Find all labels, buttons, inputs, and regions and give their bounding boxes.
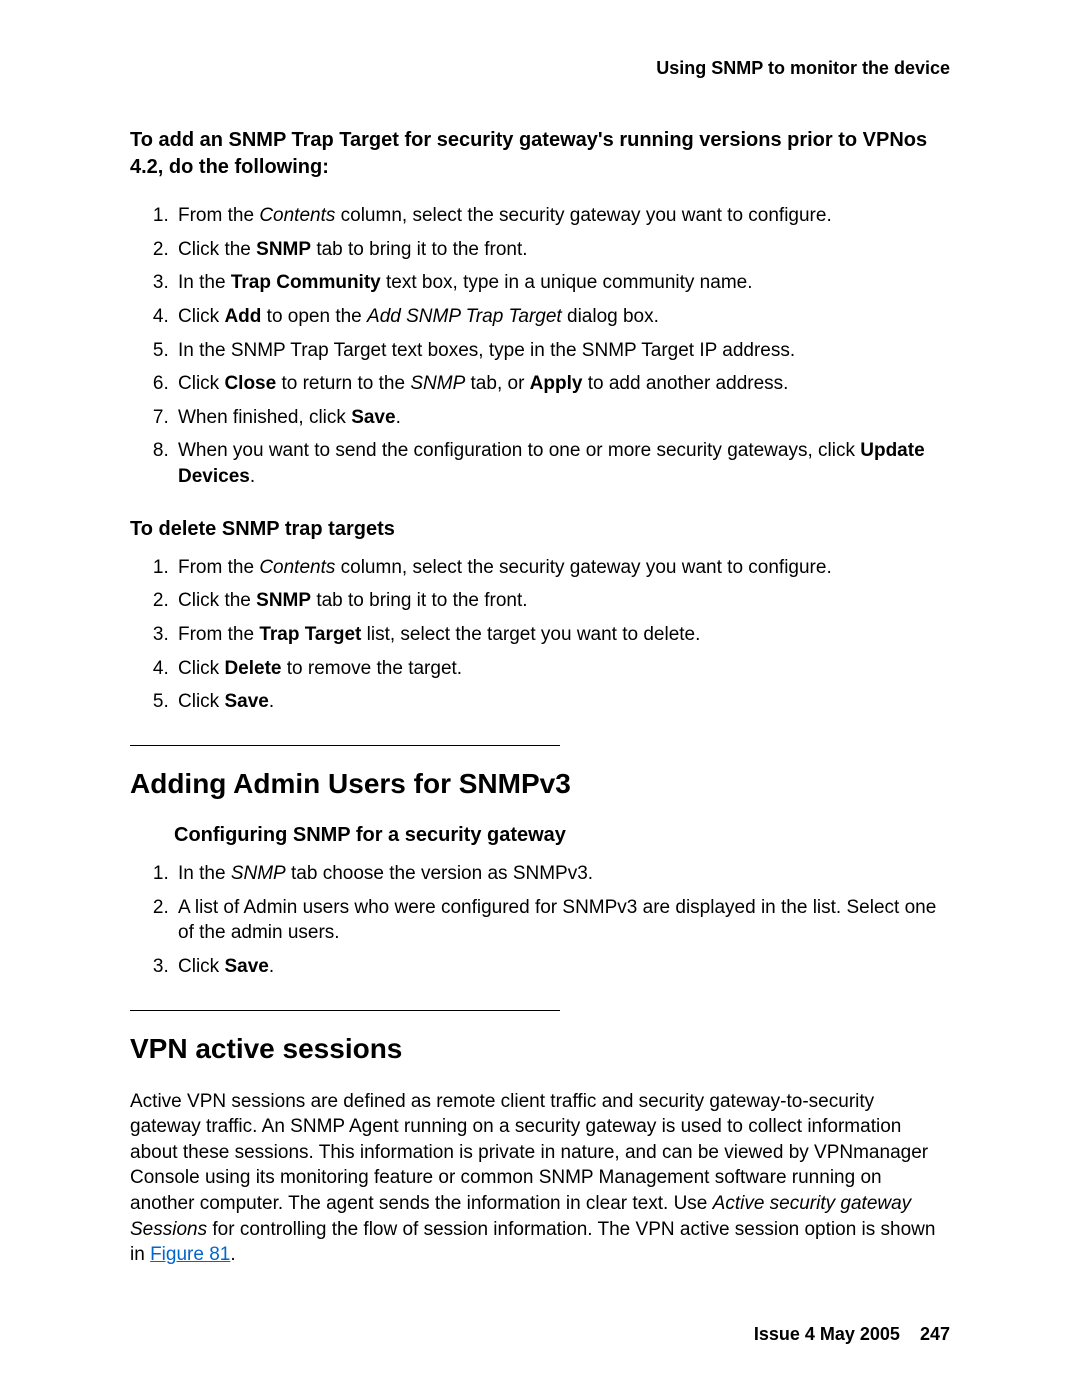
list-item: A list of Admin users who were configure…	[174, 895, 950, 946]
list-item: Click the SNMP tab to bring it to the fr…	[174, 588, 950, 614]
list-item: From the Trap Target list, select the ta…	[174, 622, 950, 648]
list-item: From the Contents column, select the sec…	[174, 555, 950, 581]
procedure-title-add-trap-target: To add an SNMP Trap Target for security …	[130, 127, 950, 181]
list-item: In the SNMP tab choose the version as SN…	[174, 861, 950, 887]
figure-81-link[interactable]: Figure 81	[150, 1244, 230, 1265]
list-item: Click Save.	[174, 954, 950, 980]
steps-configure-snmpv3: In the SNMP tab choose the version as SN…	[174, 861, 950, 980]
list-item: Click Save.	[174, 689, 950, 715]
page-number: 247	[920, 1324, 950, 1344]
section-divider	[130, 745, 560, 746]
heading-vpn-active-sessions: VPN active sessions	[130, 1033, 950, 1065]
procedure-title-delete-trap-targets: To delete SNMP trap targets	[130, 518, 950, 541]
running-header: Using SNMP to monitor the device	[130, 58, 950, 79]
page: Using SNMP to monitor the device To add …	[0, 0, 1080, 1397]
list-item: Click Delete to remove the target.	[174, 656, 950, 682]
list-item: In the Trap Community text box, type in …	[174, 270, 950, 296]
heading-adding-admin-users: Adding Admin Users for SNMPv3	[130, 768, 950, 800]
list-item: In the SNMP Trap Target text boxes, type…	[174, 338, 950, 364]
list-item: When finished, click Save.	[174, 405, 950, 431]
list-item: Click Close to return to the SNMP tab, o…	[174, 371, 950, 397]
list-item: Click the SNMP tab to bring it to the fr…	[174, 237, 950, 263]
section-divider	[130, 1010, 560, 1011]
subheading-configuring-snmp: Configuring SNMP for a security gateway	[174, 824, 950, 847]
list-item: When you want to send the configuration …	[174, 438, 950, 489]
steps-delete-trap-targets: From the Contents column, select the sec…	[174, 555, 950, 715]
list-item: Click Add to open the Add SNMP Trap Targ…	[174, 304, 950, 330]
paragraph-vpn-sessions: Active VPN sessions are defined as remot…	[130, 1089, 950, 1268]
steps-add-trap-target: From the Contents column, select the sec…	[174, 203, 950, 490]
page-footer: Issue 4 May 2005 247	[754, 1324, 950, 1345]
issue-date: Issue 4 May 2005	[754, 1324, 900, 1344]
list-item: From the Contents column, select the sec…	[174, 203, 950, 229]
